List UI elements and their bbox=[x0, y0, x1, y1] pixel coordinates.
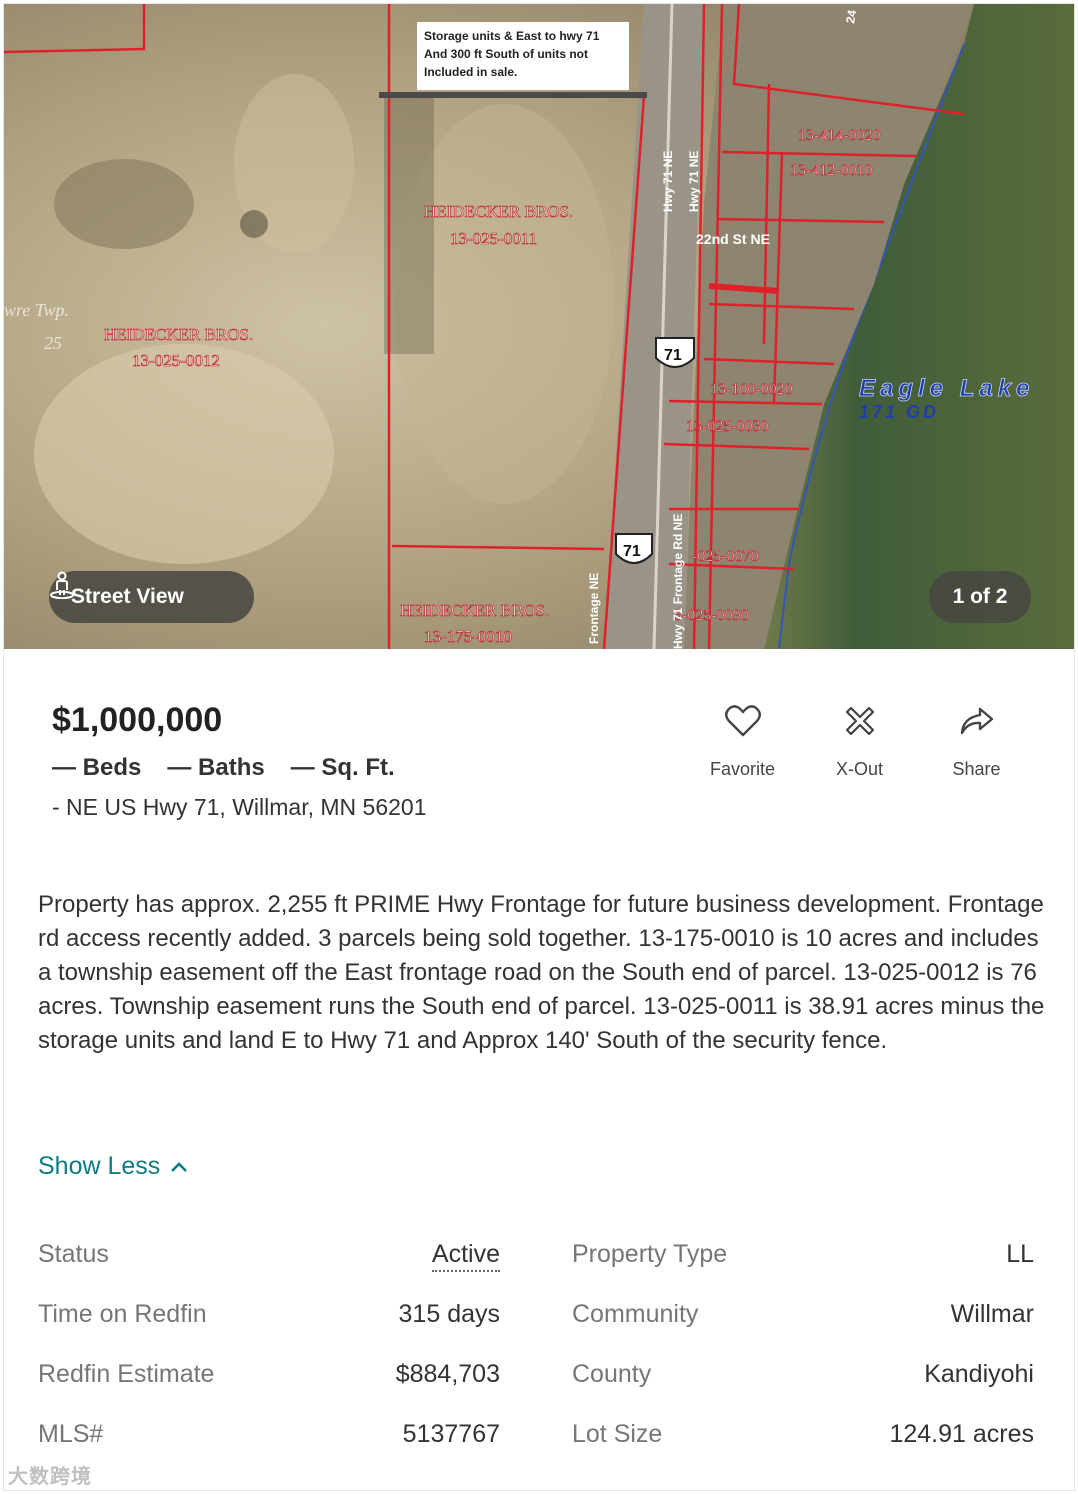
map-parcel-d: 13-025-0030 bbox=[686, 418, 769, 435]
street-view-person-icon bbox=[50, 571, 74, 599]
map-owner-label-1: HEIDECKER BROS. bbox=[424, 202, 573, 221]
map-lake-code: 171 GD bbox=[859, 402, 939, 422]
svg-text:71: 71 bbox=[623, 543, 641, 560]
listing-address: - NE US Hwy 71, Willmar, MN 56201 bbox=[52, 794, 427, 820]
show-less-label: Show Less bbox=[38, 1152, 161, 1180]
beds-stat: — Beds bbox=[52, 754, 142, 781]
detail-key: Time on Redfin bbox=[38, 1300, 207, 1328]
share-button[interactable]: Share bbox=[918, 701, 1035, 780]
xout-label: X-Out bbox=[835, 759, 883, 779]
highway-shield-icon: 71 bbox=[615, 533, 653, 564]
detail-value: $884,703 bbox=[395, 1360, 500, 1388]
detail-value: Willmar bbox=[950, 1300, 1034, 1328]
favorite-label: Favorite bbox=[709, 759, 776, 779]
county-link[interactable]: Kandiyohi bbox=[924, 1360, 1034, 1389]
heart-icon bbox=[724, 705, 761, 737]
map-frontage-label-1: Frontage NE bbox=[587, 573, 601, 644]
map-notice-line1: Storage units & East to hwy 71 bbox=[424, 29, 600, 43]
map-township-label: wre Twp. bbox=[4, 300, 69, 320]
map-road-label-2: Hwy 71 NE bbox=[687, 151, 701, 212]
highway-shield-icon: 71 bbox=[655, 337, 695, 368]
map-parcel-label-3: 13-175-0010 bbox=[424, 627, 512, 646]
status-value[interactable]: Active bbox=[431, 1240, 500, 1272]
xout-button[interactable]: X-Out bbox=[801, 701, 918, 780]
map-parcel-g: 24 bbox=[843, 9, 859, 25]
map-parcel-e: -025-0070 bbox=[692, 548, 759, 565]
map-notice-line2: And 300 ft South of units not bbox=[424, 47, 588, 61]
listing-card: Storage units & East to hwy 71 And 300 f… bbox=[3, 3, 1075, 1491]
show-less-link[interactable]: Show Less bbox=[38, 1152, 188, 1181]
map-parcel-label-2: 13-025-0012 bbox=[132, 351, 220, 370]
x-out-icon bbox=[845, 706, 874, 736]
map-frontage-label-2: Hwy 71 Frontage Rd NE bbox=[671, 514, 685, 649]
map-notice-line3: Included in sale. bbox=[424, 65, 517, 79]
detail-key: MLS# bbox=[38, 1420, 104, 1448]
chevron-up-icon bbox=[171, 1161, 188, 1172]
sqft-stat: — Sq. Ft. bbox=[290, 754, 395, 781]
map-lake-label: Eagle Lake bbox=[859, 375, 1034, 402]
listing-facts: — Beds — Baths — Sq. Ft. bbox=[52, 754, 395, 782]
map-owner-label-3: HEIDECKER BROS. bbox=[400, 601, 549, 620]
svg-text:71: 71 bbox=[664, 347, 682, 364]
detail-key: Redfin Estimate bbox=[38, 1360, 215, 1388]
map-parcel-c: 13-100-0020 bbox=[710, 381, 793, 398]
street-view-label: Street View bbox=[71, 585, 184, 608]
map-township-number: 25 bbox=[44, 333, 62, 353]
map-parcel-label-1: 13-025-0011 bbox=[450, 229, 537, 248]
detail-value: LL bbox=[1006, 1240, 1034, 1268]
detail-key: County bbox=[572, 1360, 652, 1388]
photo-counter[interactable]: 1 of 2 bbox=[929, 571, 1031, 623]
favorite-button[interactable]: Favorite bbox=[684, 701, 801, 780]
property-description: Property has approx. 2,255 ft PRIME Hwy … bbox=[38, 891, 1045, 1054]
baths-stat: — Baths bbox=[167, 754, 265, 781]
share-arrow-icon bbox=[960, 707, 993, 735]
detail-value: 315 days bbox=[398, 1300, 500, 1328]
detail-key: Community bbox=[572, 1300, 699, 1328]
watermark: 大数跨境 bbox=[8, 1466, 92, 1488]
parcel-map-image: Storage units & East to hwy 71 And 300 f… bbox=[4, 4, 1074, 649]
street-view-button[interactable]: Street View bbox=[49, 571, 254, 623]
listing-actions: Favorite X-Out Share bbox=[684, 701, 1035, 780]
map-road-label-1: Hwy 71 NE bbox=[661, 151, 675, 212]
map-street-label: 22nd St NE bbox=[696, 231, 770, 247]
share-label: Share bbox=[952, 759, 1001, 779]
detail-value: 124.91 acres bbox=[889, 1420, 1034, 1448]
listing-price: $1,000,000 bbox=[52, 701, 223, 739]
detail-key: Property Type bbox=[572, 1240, 728, 1268]
map-owner-label-2: HEIDECKER BROS. bbox=[104, 325, 253, 344]
detail-value: 5137767 bbox=[402, 1420, 500, 1448]
property-photo[interactable]: Storage units & East to hwy 71 And 300 f… bbox=[4, 4, 1074, 649]
map-parcel-b: 13-412-0010 bbox=[790, 162, 873, 179]
map-parcel-f: 3-025-0090 bbox=[674, 607, 749, 624]
map-parcel-a: 13-414-0020 bbox=[798, 127, 881, 144]
detail-key: Status bbox=[38, 1240, 109, 1268]
detail-key: Lot Size bbox=[572, 1420, 663, 1448]
